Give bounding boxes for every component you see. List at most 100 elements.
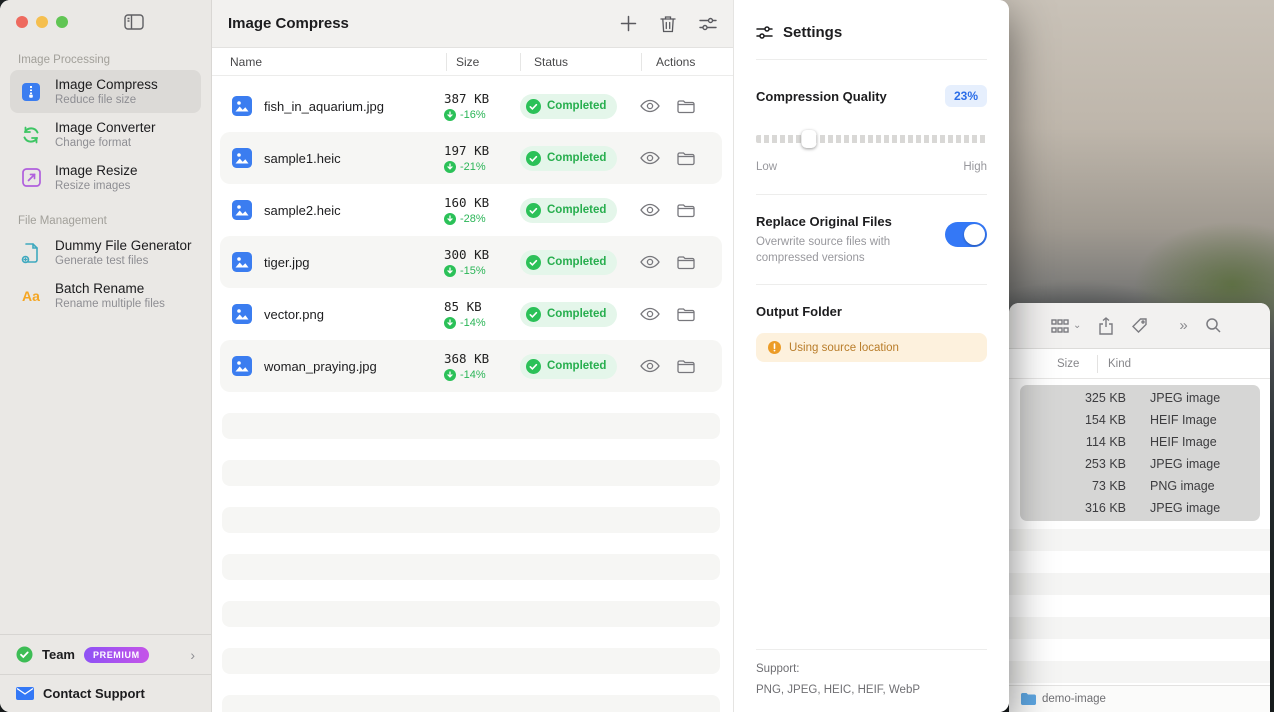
toggle-sidebar-button[interactable] [124, 14, 144, 30]
quality-value-badge: 23% [944, 85, 987, 107]
column-header-actions[interactable]: Actions [641, 52, 722, 71]
filters-button[interactable] [699, 16, 717, 32]
preview-eye-button[interactable] [640, 99, 660, 113]
file-list: fish_in_aquarium.jpg 387 KB -16% Complet… [212, 76, 733, 712]
minimize-window-button[interactable] [36, 16, 48, 28]
show-in-folder-button[interactable] [677, 99, 695, 114]
main-panel: Image Compress Name Size Status Actions … [212, 0, 733, 712]
sidebar-item-subtitle: Reduce file size [55, 94, 137, 106]
close-window-button[interactable] [16, 16, 28, 28]
table-row[interactable]: vector.png 85 KB -14% Completed [220, 288, 722, 340]
sidebar-item-title: Batch Rename [55, 281, 145, 296]
finder-row[interactable]: 154 KB HEIF Image [1020, 409, 1260, 431]
preview-eye-button[interactable] [640, 151, 660, 165]
finder-kind-column-header[interactable]: Kind [1108, 358, 1131, 370]
toggle-knob [964, 224, 985, 245]
share-icon[interactable] [1098, 316, 1114, 335]
view-options-button[interactable]: ⌄ [1051, 318, 1081, 333]
finder-row[interactable]: 316 KB JPEG image [1020, 497, 1260, 519]
file-size: 300 KB [444, 247, 490, 262]
replace-original-toggle[interactable] [945, 222, 987, 247]
reduction-down-icon [444, 109, 456, 121]
finder-row[interactable]: 253 KB JPEG image [1020, 453, 1260, 475]
finder-row[interactable]: 325 KB JPEG image [1020, 387, 1260, 409]
sidebar-item-image-resize[interactable]: Image Resize Resize images [10, 156, 201, 199]
empty-row-placeholder [222, 648, 720, 674]
reduction-percent: -14% [460, 317, 486, 329]
table-row[interactable]: fish_in_aquarium.jpg 387 KB -16% Complet… [220, 80, 722, 132]
status-badge: Completed [520, 93, 618, 119]
show-in-folder-button[interactable] [677, 255, 695, 270]
check-circle-icon [526, 98, 541, 114]
file-size: 253 KB [1084, 457, 1126, 471]
contact-support-row[interactable]: Contact Support [0, 674, 211, 712]
finder-toolbar: ⌄ » [1009, 303, 1270, 349]
replace-original-label: Replace Original Files [756, 214, 892, 229]
zoom-window-button[interactable] [56, 16, 68, 28]
add-files-button[interactable] [620, 15, 637, 32]
settings-filters-icon [756, 26, 773, 39]
replace-original-subtitle: Overwrite source files with compressed v… [756, 236, 891, 265]
quality-slider[interactable] [756, 130, 987, 148]
reduction-percent: -28% [460, 213, 486, 225]
column-header-size[interactable]: Size [446, 52, 520, 71]
table-row[interactable]: tiger.jpg 300 KB -15% Completed [220, 236, 722, 288]
column-separator [1097, 354, 1098, 373]
file-size: 160 KB [444, 195, 490, 210]
preview-eye-button[interactable] [640, 307, 660, 321]
table-row[interactable]: sample1.heic 197 KB -21% Completed [220, 132, 722, 184]
app-window: Image Processing Image Compress Reduce f… [0, 0, 1009, 712]
trash-button[interactable] [660, 15, 676, 33]
image-thumbnail-icon [232, 356, 252, 376]
file-size: 197 KB [444, 143, 490, 158]
file-kind: JPEG image [1150, 391, 1221, 405]
image-thumbnail-icon [232, 96, 252, 116]
status-badge: Completed [520, 197, 618, 223]
column-header-name[interactable]: Name [212, 53, 446, 71]
slider-track[interactable] [756, 135, 987, 143]
finder-window[interactable]: ⌄ » Size Kind 325 KB JPEG image 154 KB H… [1009, 303, 1270, 712]
sidebar-icon [124, 14, 144, 30]
file-size: 154 KB [1084, 413, 1126, 427]
sidebar-item-batch-rename[interactable]: Aa Batch Rename Rename multiple files [10, 274, 201, 317]
preview-eye-button[interactable] [640, 359, 660, 373]
image-thumbnail-icon [232, 252, 252, 272]
reduction-down-icon [444, 161, 456, 173]
file-size: 316 KB [1084, 501, 1126, 515]
finder-row[interactable]: 73 KB PNG image [1020, 475, 1260, 497]
slider-thumb[interactable] [801, 130, 817, 148]
reduction-percent: -15% [460, 265, 486, 277]
output-location-warning: Using source location [756, 333, 987, 363]
file-size: 387 KB [444, 91, 490, 106]
show-in-folder-button[interactable] [677, 359, 695, 374]
sidebar-nav: Image Compress Reduce file size Image Co… [0, 70, 211, 199]
table-row[interactable]: sample2.heic 160 KB -28% Completed [220, 184, 722, 236]
show-in-folder-button[interactable] [677, 151, 695, 166]
more-toolbar-icon[interactable]: » [1179, 317, 1187, 334]
sidebar-item-dummy-file-generator[interactable]: Dummy File Generator Generate test files [10, 231, 201, 274]
column-header-status[interactable]: Status [520, 52, 641, 71]
sidebar-item-image-converter[interactable]: Image Converter Change format [10, 113, 201, 156]
path-folder-name[interactable]: demo-image [1042, 693, 1106, 705]
empty-row-placeholder [222, 460, 720, 486]
file-kind: JPEG image [1150, 457, 1221, 471]
team-row[interactable]: Team PREMIUM › [0, 634, 211, 674]
support-label: Support: [756, 663, 800, 675]
file-name: vector.png [264, 306, 324, 322]
window-controls [0, 0, 211, 44]
sidebar-item-image-compress[interactable]: Image Compress Reduce file size [10, 70, 201, 113]
tag-icon[interactable] [1131, 317, 1148, 334]
reduction-down-icon [444, 369, 456, 381]
table-row[interactable]: woman_praying.jpg 368 KB -14% Completed [220, 340, 722, 392]
preview-eye-button[interactable] [640, 255, 660, 269]
check-circle-icon [526, 306, 541, 322]
show-in-folder-button[interactable] [677, 307, 695, 322]
search-icon[interactable] [1205, 317, 1222, 334]
finder-size-column-header[interactable]: Size [1009, 358, 1097, 370]
reduction-percent: -16% [460, 109, 486, 121]
preview-eye-button[interactable] [640, 203, 660, 217]
reduction-percent: -21% [460, 161, 486, 173]
finder-row[interactable]: 114 KB HEIF Image [1020, 431, 1260, 453]
file-size: 85 KB [444, 299, 482, 314]
show-in-folder-button[interactable] [677, 203, 695, 218]
